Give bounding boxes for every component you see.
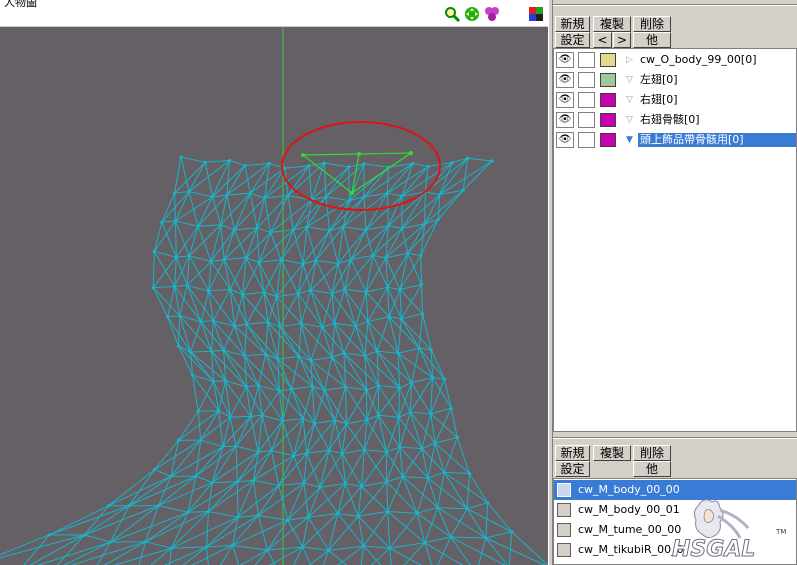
- color-grid-icon[interactable]: [528, 6, 544, 22]
- collapse-arrow-icon[interactable]: ▽: [626, 73, 633, 87]
- lock-checkbox[interactable]: [578, 132, 595, 148]
- eye-icon[interactable]: 👁: [556, 132, 574, 148]
- color-swatch[interactable]: [600, 73, 616, 87]
- move-icon[interactable]: [464, 6, 480, 22]
- material-label: cw_M_body_00_01: [578, 503, 680, 516]
- material-delete-button[interactable]: 削除: [633, 445, 671, 461]
- top-separator: [553, 4, 797, 6]
- frame-next-button[interactable]: >: [613, 32, 631, 48]
- material-new-button[interactable]: 新規: [555, 445, 590, 461]
- wireframe-mesh: [0, 156, 548, 565]
- material-swatch: [557, 503, 571, 517]
- selected-bone-triangle: [301, 152, 414, 194]
- frame-item[interactable]: 👁 ▽ 右翅[0]: [554, 90, 796, 110]
- lock-checkbox[interactable]: [578, 52, 595, 68]
- frame-settings-button[interactable]: 設定: [555, 32, 590, 48]
- watermark-text: HSGAL: [672, 537, 755, 562]
- watermark-tm: TM: [775, 528, 786, 536]
- viewport-toolbar: 人物圖: [0, 0, 548, 27]
- frame-label: 右翅[0]: [640, 93, 678, 106]
- lock-checkbox[interactable]: [578, 92, 595, 108]
- eye-icon[interactable]: 👁: [556, 92, 574, 108]
- material-swatch: [557, 483, 571, 497]
- eye-icon[interactable]: 👁: [556, 52, 574, 68]
- material-other-button[interactable]: 他: [633, 461, 671, 477]
- material-label: cw_M_tume_00_00: [578, 523, 682, 536]
- frame-label: 頭上飾品帶骨骸用[0]: [638, 133, 796, 147]
- frame-item[interactable]: 👁 ▽ 左翅[0]: [554, 70, 796, 90]
- lock-checkbox[interactable]: [578, 112, 595, 128]
- hsgal-watermark-logo: HSGAL TM: [672, 499, 786, 562]
- selected-vertices: [301, 151, 413, 195]
- collapse-arrow-icon[interactable]: ▼: [626, 133, 633, 147]
- color-swatch[interactable]: [600, 113, 616, 127]
- frame-list[interactable]: 👁 ▷ cw_O_body_99_00[0] 👁 ▽ 左翅[0] 👁 ▽ 右翅[…: [553, 48, 797, 432]
- eye-icon[interactable]: 👁: [556, 72, 574, 88]
- rotate-icon[interactable]: [484, 6, 500, 22]
- frame-label: 左翅[0]: [640, 73, 678, 86]
- color-swatch[interactable]: [600, 53, 616, 67]
- frame-other-button[interactable]: 他: [633, 32, 671, 48]
- bottom-separator: [553, 437, 797, 439]
- collapse-arrow-icon[interactable]: ▽: [626, 93, 633, 107]
- frame-new-button[interactable]: 新規: [555, 16, 590, 32]
- frame-item[interactable]: 👁 ▷ cw_O_body_99_00[0]: [554, 50, 796, 70]
- material-swatch: [557, 543, 571, 557]
- frame-prev-button[interactable]: <: [593, 32, 612, 48]
- expand-arrow-icon[interactable]: ▷: [626, 53, 633, 67]
- material-settings-button[interactable]: 設定: [555, 461, 590, 477]
- frame-item[interactable]: 👁 ▽ 右翅骨骸[0]: [554, 110, 796, 130]
- color-swatch[interactable]: [600, 93, 616, 107]
- viewport-title: 人物圖: [4, 0, 37, 9]
- frame-label: cw_O_body_99_00[0]: [640, 53, 757, 66]
- zoom-icon[interactable]: [444, 6, 460, 22]
- frame-copy-button[interactable]: 複製: [593, 16, 631, 32]
- material-label: cw_M_body_00_00: [578, 483, 680, 496]
- mesh-vertices: [47, 155, 514, 552]
- material-swatch: [557, 523, 571, 537]
- 3d-viewport[interactable]: [0, 27, 548, 565]
- frame-item-selected[interactable]: 👁 ▼ 頭上飾品帶骨骸用[0]: [554, 130, 796, 150]
- collapse-arrow-icon[interactable]: ▽: [626, 113, 633, 127]
- frame-label: 右翅骨骸[0]: [640, 113, 700, 126]
- lock-checkbox[interactable]: [578, 72, 595, 88]
- frame-delete-button[interactable]: 削除: [633, 16, 671, 32]
- eye-icon[interactable]: 👁: [556, 112, 574, 128]
- color-swatch[interactable]: [600, 133, 616, 147]
- mesh-canvas: [0, 27, 548, 565]
- material-copy-button[interactable]: 複製: [593, 445, 631, 461]
